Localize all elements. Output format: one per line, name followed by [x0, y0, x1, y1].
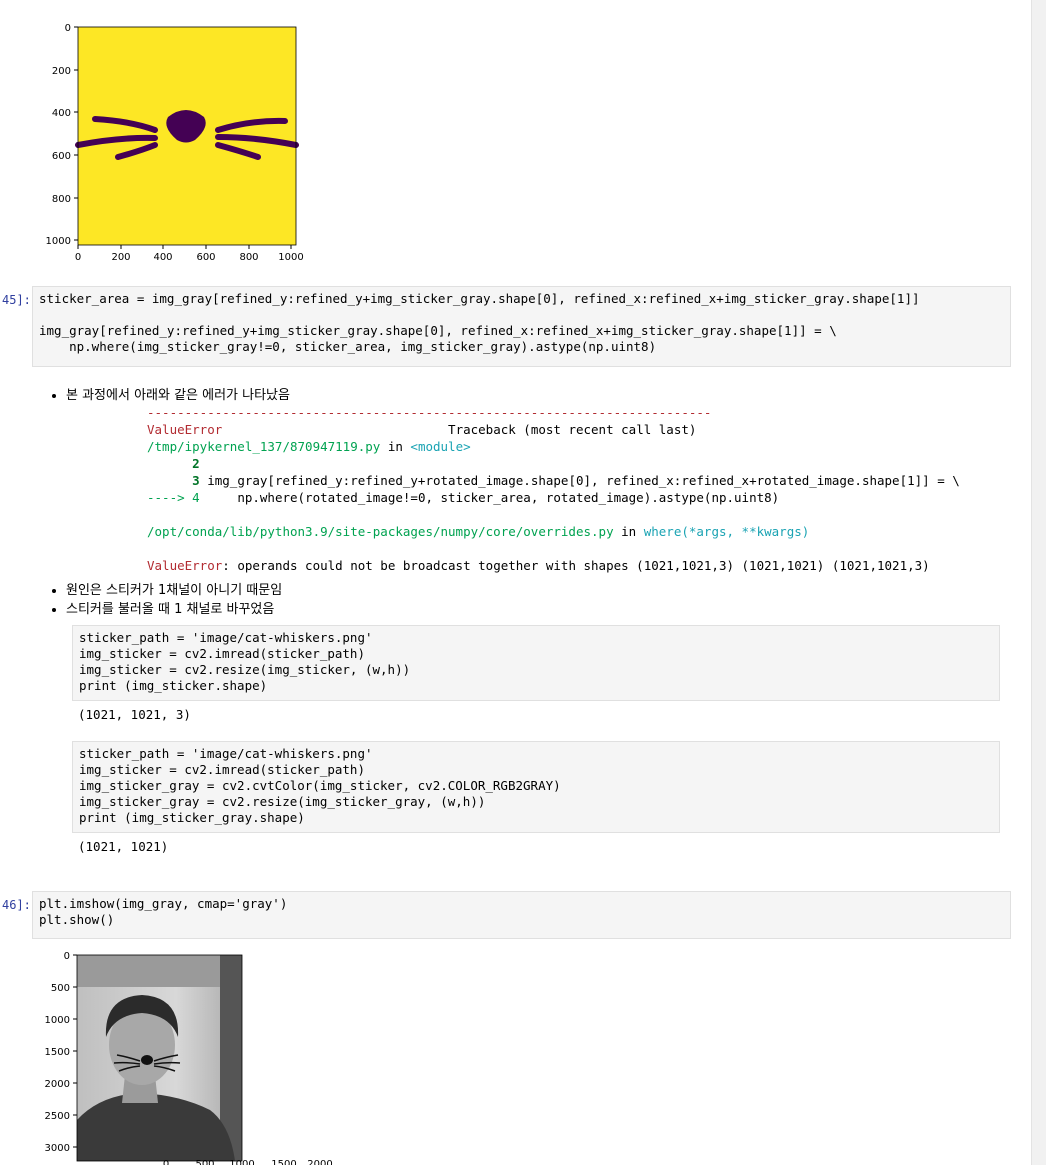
y-tick-label: 3000	[45, 1143, 70, 1154]
x-tick-label: 1000	[278, 252, 303, 263]
code-line: np.where(img_sticker_gray!=0, sticker_ar…	[39, 339, 657, 354]
code-block-a[interactable]: sticker_path = 'image/cat-whiskers.png' …	[72, 625, 1000, 701]
code-line: img_sticker_gray = cv2.cvtColor(img_stic…	[79, 778, 561, 793]
code-line: print (img_sticker.shape)	[79, 678, 268, 693]
code-line: img_sticker = cv2.resize(img_sticker, (w…	[79, 662, 411, 677]
code-a-output: (1021, 1021, 3)	[78, 707, 191, 722]
grayscale-photo-plot: 0 500 1000 1500 2000 2500 3000 0 500 100…	[45, 951, 333, 1165]
code-line: img_sticker = cv2.imread(sticker_path)	[79, 646, 365, 661]
tb-line-num: 2	[192, 456, 200, 471]
markdown-cell-2: 원인은 스티커가 1채널이 아니기 때문임 스티커를 불러올 때 1 채널로 바…	[32, 581, 282, 619]
code-cell-46[interactable]: plt.imshow(img_gray, cmap='gray') plt.sh…	[32, 891, 1011, 939]
plot1-x-axis: 0 200 400 600 800 1000	[75, 245, 304, 263]
cell-prompt: 46]:	[2, 898, 31, 912]
x-tick-label: 1000	[229, 1159, 254, 1165]
y-tick-label: 600	[52, 151, 71, 162]
x-tick-label: 500	[195, 1159, 214, 1165]
x-tick-label: 800	[239, 252, 258, 263]
code-line: plt.imshow(img_gray, cmap='gray')	[39, 896, 288, 911]
y-tick-label: 2000	[45, 1079, 70, 1090]
sticker-plot: 0 200 400 600 800 1000 0 200 400 600 800…	[46, 23, 304, 263]
plot1-y-axis: 0 200 400 600 800 1000	[46, 23, 78, 247]
y-tick-label: 0	[64, 951, 70, 962]
code-line: img_gray[refined_y:refined_y+img_sticker…	[39, 323, 837, 338]
y-tick-label: 400	[52, 108, 71, 119]
markdown-cell-1: 본 과정에서 아래와 같은 에러가 나타났음	[32, 386, 290, 405]
y-tick-label: 2500	[45, 1111, 70, 1122]
bullet-item: 스티커를 불러올 때 1 채널로 바꾸었음	[66, 600, 282, 619]
plot2-y-axis: 0 500 1000 1500 2000 2500 3000	[45, 951, 77, 1154]
code-line: sticker_path = 'image/cat-whiskers.png'	[79, 746, 373, 761]
sticker-nose	[141, 1055, 153, 1065]
code-line: sticker_path = 'image/cat-whiskers.png'	[79, 630, 373, 645]
code-b-output: (1021, 1021)	[78, 839, 169, 854]
tb-error-name: ValueError	[147, 422, 223, 437]
y-tick-label: 0	[65, 23, 71, 34]
bullet-item: 원인은 스티커가 1채널이 아니기 때문임	[66, 581, 282, 600]
code-cell-45[interactable]: sticker_area = img_gray[refined_y:refine…	[32, 286, 1011, 367]
y-tick-label: 200	[52, 66, 71, 77]
x-tick-label: 0	[163, 1159, 169, 1165]
code-line: img_sticker_gray = cv2.resize(img_sticke…	[79, 794, 486, 809]
x-tick-label: 200	[111, 252, 130, 263]
tb-error-name: ValueError	[147, 558, 223, 573]
y-tick-label: 1000	[45, 1015, 70, 1026]
tb-func: where(*args, **kwargs)	[643, 524, 810, 539]
y-tick-label: 800	[52, 194, 71, 205]
bullet-item: 본 과정에서 아래와 같은 에러가 나타났음	[66, 386, 290, 405]
y-tick-label: 500	[51, 983, 70, 994]
tb-message: : operands could not be broadcast togeth…	[222, 558, 930, 573]
x-tick-label: 0	[75, 252, 81, 263]
tb-arrow: ----> 4	[147, 490, 200, 505]
y-tick-label: 1500	[45, 1047, 70, 1058]
code-line: print (img_sticker_gray.shape)	[79, 810, 305, 825]
x-tick-label: 2000	[307, 1159, 332, 1165]
tb-file: /tmp/ipykernel_137/870947119.py	[147, 439, 381, 454]
traceback-block: ----------------------------------------…	[147, 404, 960, 574]
tb-in: in	[621, 524, 637, 539]
x-tick-label: 400	[153, 252, 172, 263]
tb-in: in	[387, 439, 403, 454]
cell-prompt: 45]:	[2, 293, 31, 307]
tb-label: Traceback (most recent call last)	[448, 422, 697, 437]
x-tick-label: 600	[196, 252, 215, 263]
tb-module: <module>	[410, 439, 471, 454]
page-scrollbar[interactable]	[1031, 0, 1046, 1165]
code-line: plt.show()	[39, 912, 115, 927]
code-line: img_sticker = cv2.imread(sticker_path)	[79, 762, 365, 777]
tb-dashes: ----------------------------------------…	[147, 405, 712, 420]
tb-file: /opt/conda/lib/python3.9/site-packages/n…	[147, 524, 614, 539]
x-tick-label: 1500	[271, 1159, 296, 1165]
tb-line-num: 3	[192, 473, 200, 488]
tb-code-line: img_gray[refined_y:refined_y+rotated_ima…	[207, 473, 960, 488]
code-block-b[interactable]: sticker_path = 'image/cat-whiskers.png' …	[72, 741, 1000, 833]
tb-code-line: np.where(rotated_image!=0, sticker_area,…	[237, 490, 780, 505]
code-line: sticker_area = img_gray[refined_y:refine…	[39, 291, 920, 306]
y-tick-label: 1000	[46, 236, 71, 247]
